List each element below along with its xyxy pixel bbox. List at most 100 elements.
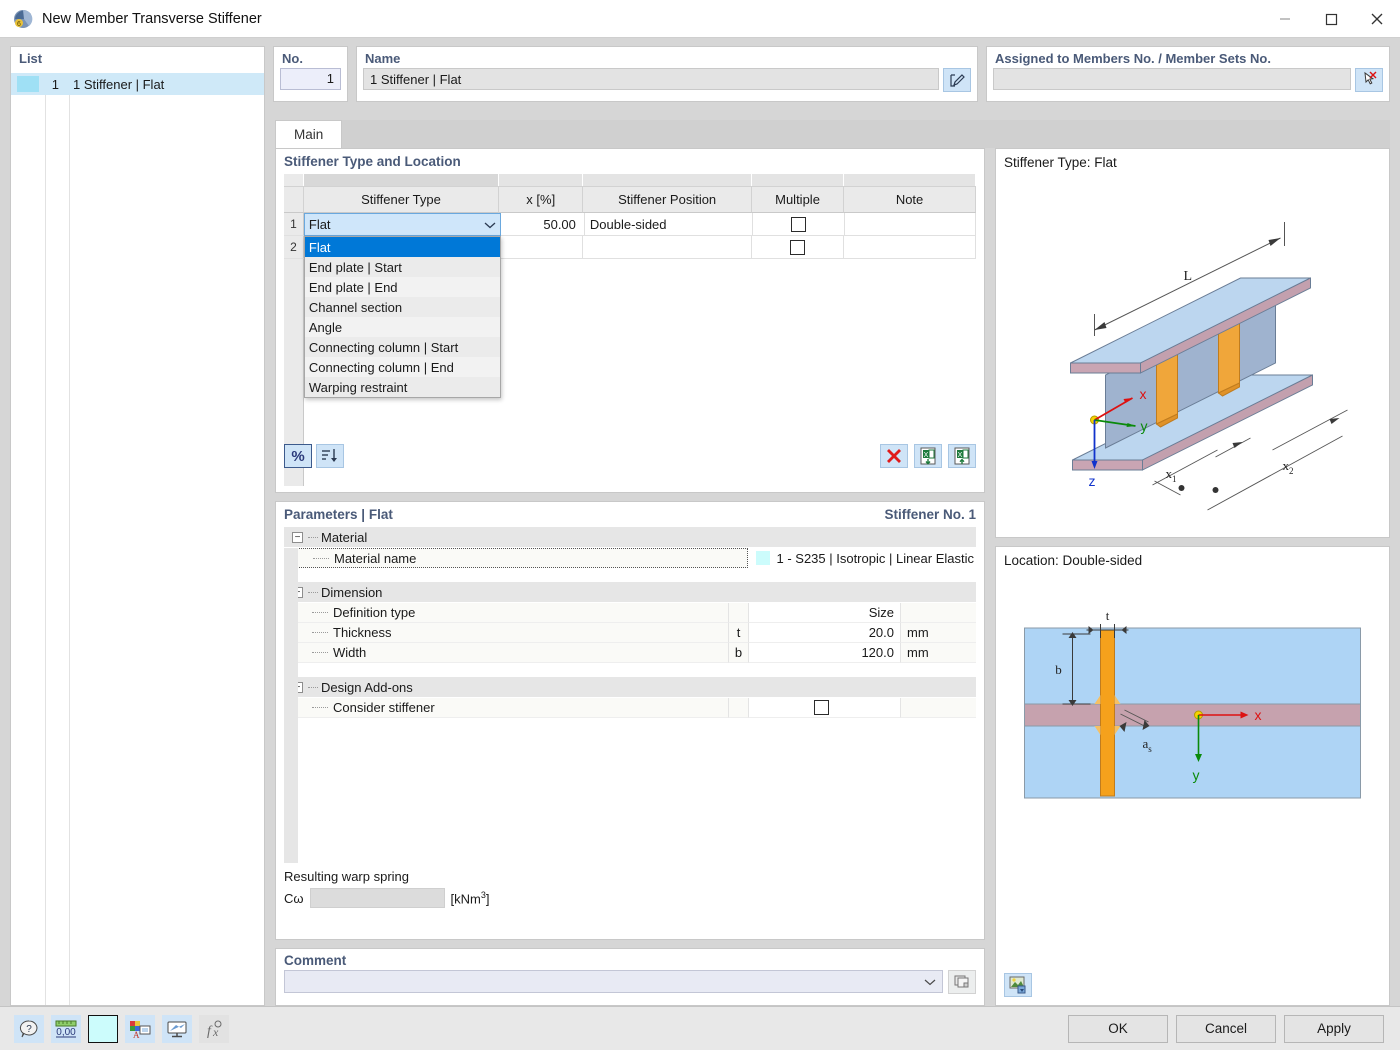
note-cell[interactable] [844, 236, 976, 259]
param-tree-rail [284, 548, 298, 863]
warp-spring-title: Resulting warp spring [284, 869, 976, 884]
copy-windows-icon[interactable] [948, 970, 976, 994]
stiffener-position-cell[interactable]: Double-sided [585, 213, 753, 236]
param-value[interactable]: 120.0 [749, 643, 901, 663]
chevron-down-icon[interactable] [924, 974, 936, 989]
number-header: No. [274, 47, 347, 68]
material-value: 1 - S235 | Isotropic | Linear Elastic [776, 551, 974, 566]
svg-text:A: A [133, 1030, 140, 1039]
stiffener-type-cell[interactable]: Flat Flat End plate | Start End plate | … [304, 213, 501, 236]
multiple-checkbox[interactable] [790, 240, 805, 255]
percent-icon[interactable]: % [284, 444, 312, 468]
comment-header: Comment [276, 949, 984, 970]
cancel-button[interactable]: Cancel [1176, 1015, 1276, 1043]
col-header-multiple[interactable]: Multiple [752, 186, 844, 213]
axis-x-label: x [1255, 707, 1262, 723]
stiffener-position-cell[interactable] [583, 236, 751, 259]
svg-text:X: X [958, 452, 963, 459]
list-item[interactable]: 1 1 Stiffener | Flat [11, 73, 264, 95]
dropdown-option[interactable]: Connecting column | Start [305, 337, 500, 357]
display-props-icon[interactable]: A [125, 1015, 155, 1043]
number-input[interactable]: 1 [280, 68, 341, 90]
dropdown-option[interactable]: Channel section [305, 297, 500, 317]
param-value[interactable]: 20.0 [749, 623, 901, 643]
material-value-cell[interactable]: 1 - S235 | Isotropic | Linear Elastic [748, 551, 976, 566]
table-row[interactable]: 1 Flat Flat End plate | Start [284, 213, 976, 236]
sort-descending-icon[interactable] [316, 444, 344, 468]
view-monitor-icon[interactable] [162, 1015, 192, 1043]
consider-stiffener-checkbox[interactable] [814, 700, 829, 715]
list-body[interactable]: 1 1 Stiffener | Flat [11, 73, 264, 1005]
param-group-label: Material [321, 530, 367, 545]
x-percent-cell[interactable] [499, 236, 583, 259]
stiffener-cross-section-diagram: t b [996, 568, 1389, 898]
param-row[interactable]: Material name 1 - S235 | Isotropic | Lin… [284, 548, 976, 568]
app-icon: 6 [12, 8, 34, 30]
stiffener-type-dropdown-list[interactable]: Flat End plate | Start End plate | End C… [304, 236, 501, 398]
red-x-icon[interactable] [880, 444, 908, 468]
dropdown-option[interactable]: Angle [305, 317, 500, 337]
param-group-design-addons[interactable]: − Design Add-ons [284, 677, 976, 698]
main-content: Main Stiffener Type and Location [275, 118, 1390, 1006]
list-panel: List 1 1 Stiffener | Flat [10, 46, 265, 1006]
dropdown-option[interactable]: Connecting column | End [305, 357, 500, 377]
apply-button[interactable]: Apply [1284, 1015, 1384, 1043]
multiple-cell[interactable] [752, 236, 844, 259]
param-group-label: Dimension [321, 585, 382, 600]
col-header-stiffener-type[interactable]: Stiffener Type [304, 186, 499, 213]
excel-export-icon[interactable]: X [948, 444, 976, 468]
name-input[interactable]: 1 Stiffener | Flat [363, 68, 939, 90]
units-0-00-icon[interactable]: 0,00 [51, 1015, 81, 1043]
stiffener-location-graphic-panel: Location: Double-sided t [995, 546, 1390, 1006]
collapse-toggle-icon[interactable]: − [292, 532, 303, 543]
dropdown-option[interactable]: End plate | End [305, 277, 500, 297]
color-swatch-icon[interactable] [88, 1015, 118, 1043]
help-balloon-icon[interactable]: ? [14, 1015, 44, 1043]
param-label-cell: Definition type [284, 603, 729, 623]
stiffener-table[interactable]: Stiffener Type x [%] Stiffener Position … [284, 174, 976, 259]
col-header-x-percent[interactable]: x [%] [499, 186, 583, 213]
axis-z-label: z [1089, 473, 1096, 489]
excel-import-icon[interactable]: X [914, 444, 942, 468]
param-checkbox-cell[interactable] [749, 698, 901, 718]
param-row[interactable]: Width b 120.0 mm [284, 643, 976, 663]
row-index: 1 [284, 213, 304, 236]
stiffener-type-combobox[interactable]: Flat [304, 213, 501, 236]
window-controls [1262, 0, 1400, 38]
picture-icon[interactable] [1004, 973, 1032, 997]
note-cell[interactable] [845, 213, 976, 236]
pick-cursor-icon[interactable] [1355, 68, 1383, 92]
ok-button[interactable]: OK [1068, 1015, 1168, 1043]
close-button[interactable] [1354, 0, 1400, 38]
parameters-body[interactable]: − Material Material name 1 - S235 | Isot… [284, 527, 976, 863]
param-row[interactable]: Consider stiffener [284, 698, 976, 718]
multiple-checkbox[interactable] [791, 217, 806, 232]
param-group-label: Design Add-ons [321, 680, 413, 695]
param-row[interactable]: Thickness t 20.0 mm [284, 623, 976, 643]
param-group-dimension[interactable]: − Dimension [284, 582, 976, 603]
table-toolbar: % [284, 440, 976, 472]
maximize-button[interactable] [1308, 0, 1354, 38]
col-header-stiffener-position[interactable]: Stiffener Position [583, 186, 752, 213]
tab-strip-filler [342, 120, 1390, 148]
bottom-toolbar: ? 0,00 A [0, 1015, 229, 1043]
param-group-material[interactable]: − Material [284, 527, 976, 548]
dropdown-option[interactable]: End plate | Start [305, 257, 500, 277]
assigned-input[interactable] [993, 68, 1351, 90]
assigned-header: Assigned to Members No. / Member Sets No… [987, 47, 1389, 68]
dropdown-option[interactable]: Warping restraint [305, 377, 500, 397]
tab-strip: Main [275, 118, 1390, 148]
x-percent-cell[interactable]: 50.00 [501, 213, 585, 236]
tab-main[interactable]: Main [275, 120, 342, 148]
col-header-note[interactable]: Note [844, 186, 976, 213]
multiple-cell[interactable] [753, 213, 845, 236]
param-row[interactable]: Definition type Size [284, 603, 976, 623]
dropdown-option[interactable]: Flat [305, 237, 500, 257]
minimize-button[interactable] [1262, 0, 1308, 38]
edit-pencil-icon[interactable] [943, 68, 971, 92]
param-value[interactable]: Size [749, 603, 901, 623]
table-group-row [284, 174, 976, 186]
comment-input[interactable] [284, 970, 943, 993]
thickness-label: t [1106, 608, 1110, 623]
chevron-down-icon[interactable] [484, 217, 496, 232]
